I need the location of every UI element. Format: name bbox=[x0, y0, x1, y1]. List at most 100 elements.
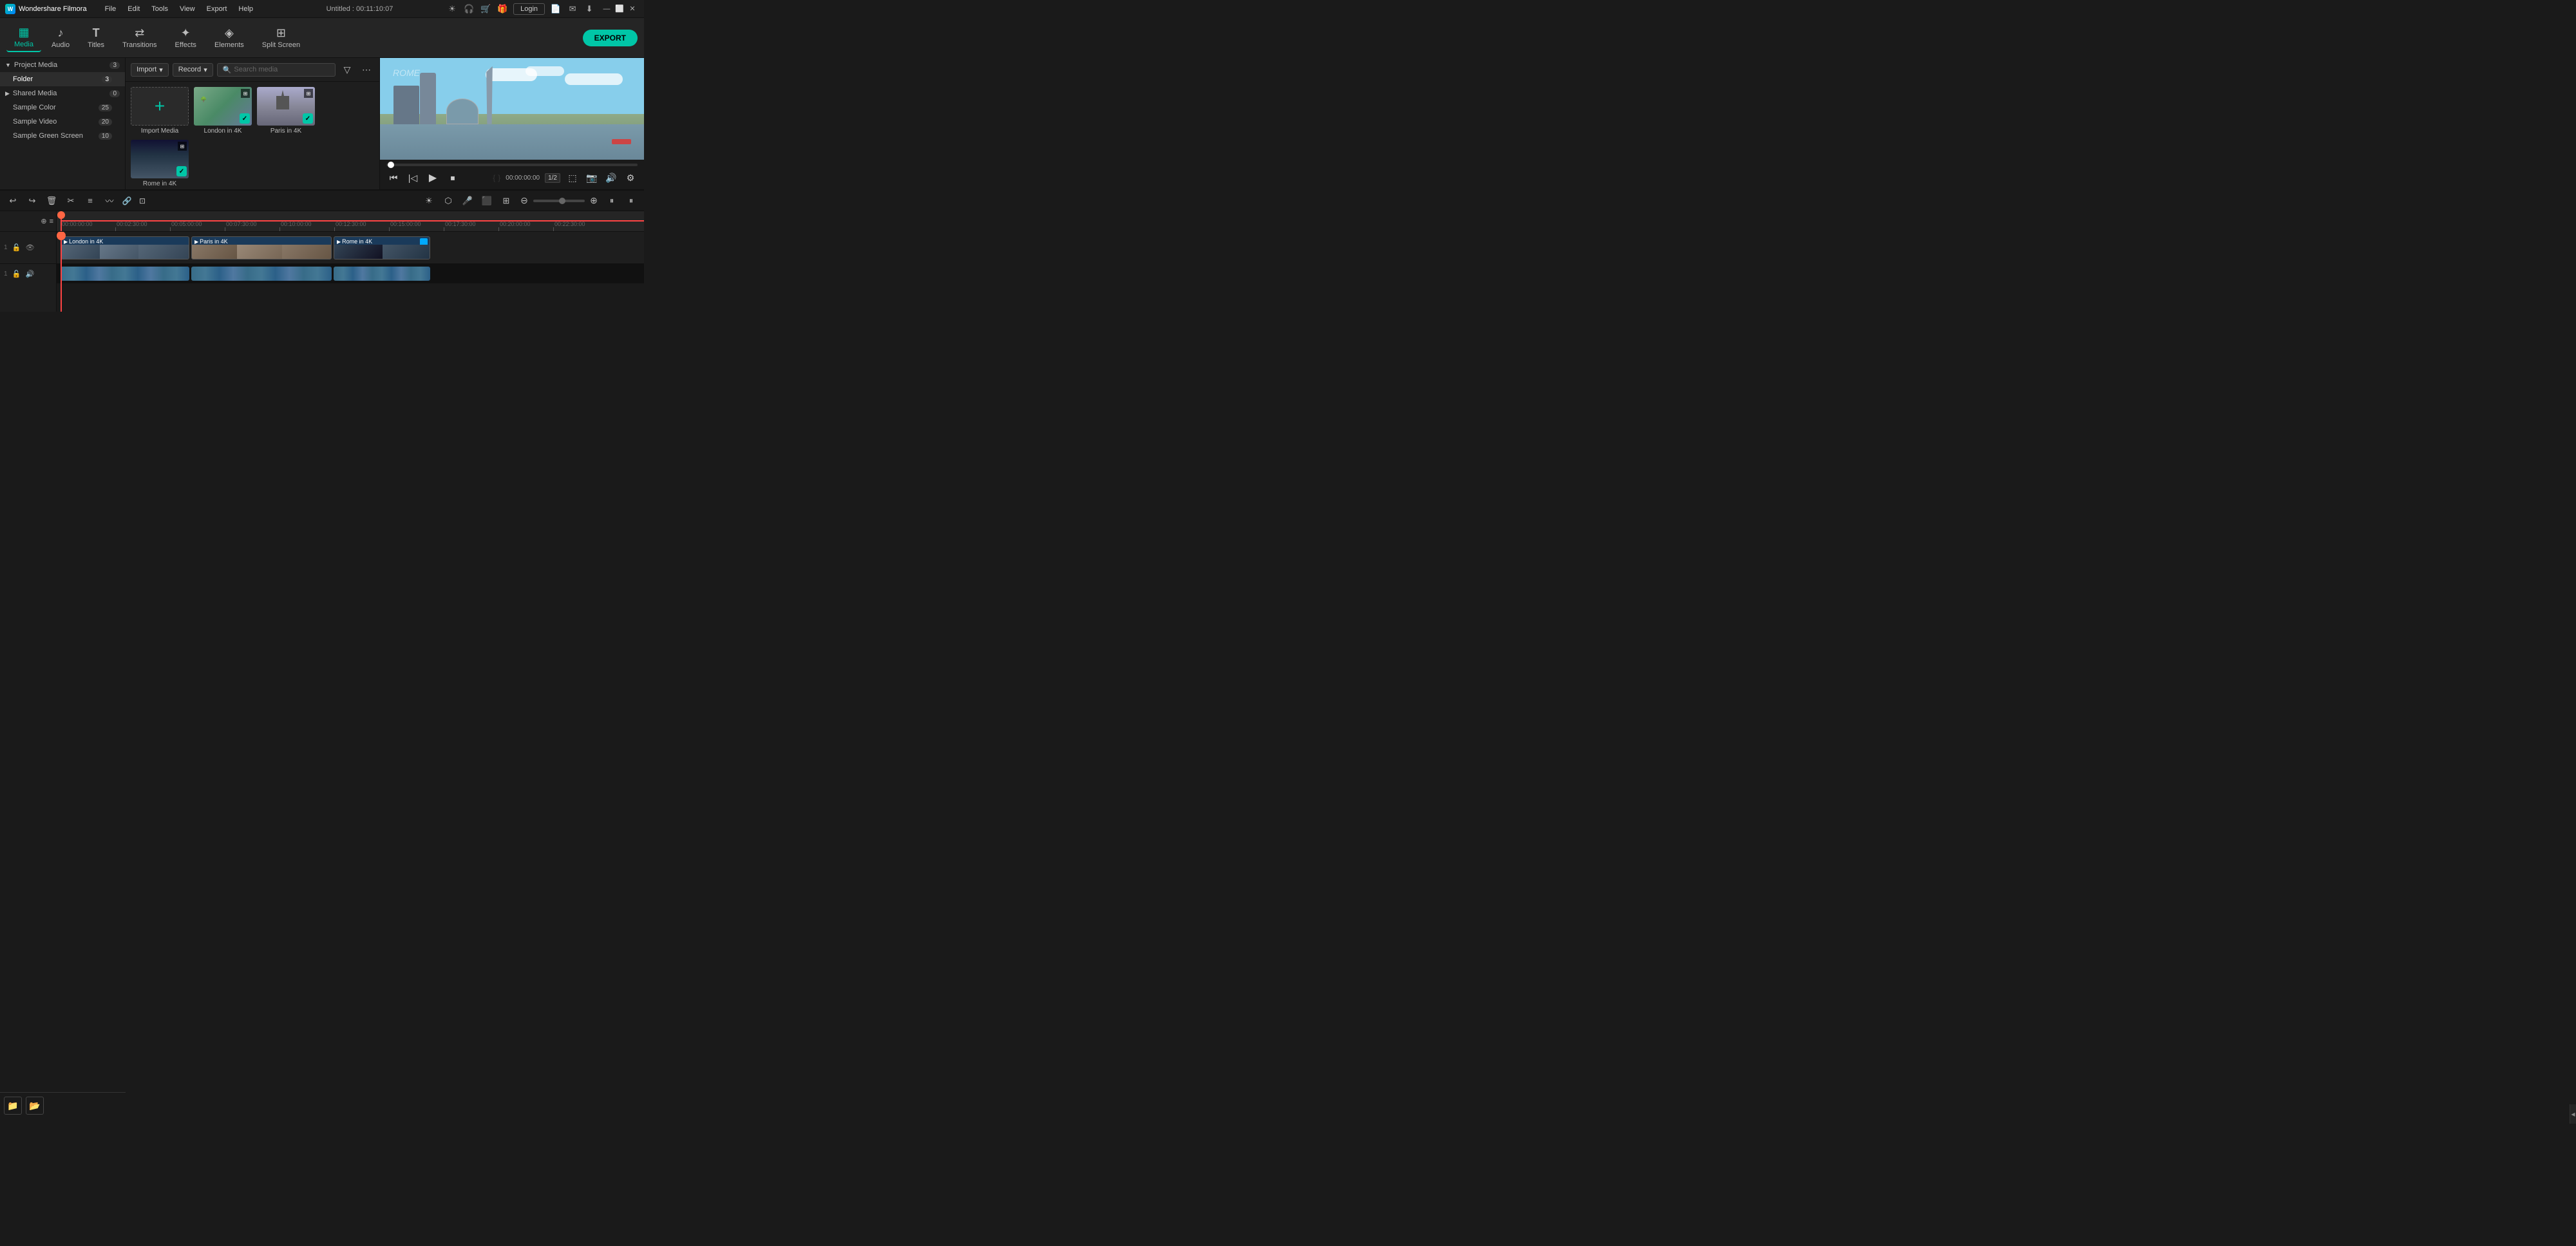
clip-rome[interactable]: ▶ Rome in 4K bbox=[334, 236, 430, 260]
sidebar-item-sample-video[interactable]: Sample Video 20 bbox=[0, 115, 125, 129]
timeline-settings-button[interactable]: ⏸ bbox=[623, 193, 639, 209]
ruler-mark-3: 00:07:30:00 bbox=[225, 221, 279, 231]
sidebar-shared-media[interactable]: ▶ Shared Media 0 bbox=[0, 86, 125, 100]
audio-wave-london bbox=[61, 267, 189, 281]
brightness-icon[interactable]: ☀ bbox=[446, 3, 458, 15]
ripple-button[interactable]: 〰 bbox=[102, 193, 117, 209]
play-button[interactable]: ▶ bbox=[425, 170, 440, 185]
tab-effects[interactable]: ✦ Effects bbox=[167, 24, 204, 52]
media-item-london[interactable]: ⊞ ✓ 🌳 London in 4K bbox=[194, 87, 252, 135]
tab-elements[interactable]: ◈ Elements bbox=[207, 24, 252, 52]
search-input[interactable]: 🔍 Search media bbox=[217, 63, 336, 77]
silence-detect-button[interactable]: ⬛ bbox=[479, 193, 495, 209]
view-options-button[interactable]: ⋯ bbox=[359, 62, 374, 77]
menu-tools[interactable]: Tools bbox=[146, 4, 173, 14]
redo-button[interactable]: ↪ bbox=[24, 193, 40, 209]
rome-label: Rome in 4K bbox=[143, 180, 176, 187]
london-check-icon: ✓ bbox=[240, 113, 250, 124]
filter-button[interactable]: ▽ bbox=[339, 62, 355, 77]
menu-view[interactable]: View bbox=[175, 4, 200, 14]
skip-back-button[interactable]: ⏮ bbox=[386, 171, 401, 185]
zoom-in-button[interactable]: ⊕ bbox=[587, 194, 600, 207]
gift-icon[interactable]: 🎁 bbox=[497, 3, 508, 15]
menu-file[interactable]: File bbox=[100, 4, 122, 14]
ratio-select[interactable]: 1/2 bbox=[545, 173, 560, 183]
export-button[interactable]: EXPORT bbox=[583, 30, 638, 46]
import-dropdown[interactable]: Import ▾ bbox=[131, 63, 169, 77]
record-dropdown[interactable]: Record ▾ bbox=[173, 63, 213, 77]
progress-bar[interactable] bbox=[386, 164, 638, 166]
screenshot-button[interactable]: 📷 bbox=[585, 171, 599, 185]
audio-mute-icon[interactable]: 🔊 bbox=[24, 268, 36, 279]
tab-media[interactable]: ▦ Media bbox=[6, 23, 41, 52]
clip-london[interactable]: ▶ London in 4K bbox=[61, 236, 189, 260]
audio-icon: ♪ bbox=[58, 26, 64, 40]
add-track-left-button[interactable]: ⊕ bbox=[41, 217, 46, 225]
color-grade-button[interactable]: ☀ bbox=[421, 193, 437, 209]
adjust-button[interactable]: ≡ bbox=[82, 193, 98, 209]
frame-back-button[interactable]: ▷| bbox=[406, 171, 420, 185]
sidebar-item-sample-green-screen[interactable]: Sample Green Screen 10 bbox=[0, 129, 125, 143]
pause-button[interactable]: ⏸ bbox=[604, 193, 620, 209]
preview-controls: ⏮ ▷| ▶ ⏹ { } 00:00:00:00 1/2 ⬚ 📷 🔊 ⚙ bbox=[380, 160, 644, 189]
import-media-button[interactable]: + Import Media bbox=[131, 87, 189, 135]
close-button[interactable]: ✕ bbox=[626, 3, 639, 15]
tab-audio[interactable]: ♪ Audio bbox=[44, 24, 77, 52]
track-visibility-icon[interactable]: 👁 bbox=[24, 242, 36, 254]
login-button[interactable]: Login bbox=[513, 3, 545, 15]
maximize-button[interactable]: ⬜ bbox=[613, 3, 626, 15]
menu-export[interactable]: Export bbox=[202, 4, 232, 14]
folder-label: Folder bbox=[13, 75, 33, 83]
record-label: Record bbox=[178, 66, 201, 73]
paris-grid-icon: ⊞ bbox=[304, 89, 313, 98]
minimize-button[interactable]: — bbox=[600, 3, 613, 15]
sidebar-item-folder[interactable]: Folder 3 bbox=[0, 72, 125, 86]
volume-button[interactable]: 🔊 bbox=[604, 171, 618, 185]
clip-london-thumbstrip bbox=[61, 245, 189, 259]
track-lock-icon[interactable]: 🔓 bbox=[11, 242, 23, 254]
cart-icon[interactable]: 🛒 bbox=[480, 3, 491, 15]
headphone-icon[interactable]: 🎧 bbox=[463, 3, 475, 15]
audio-lock-icon[interactable]: 🔓 bbox=[11, 268, 23, 279]
delete-button[interactable]: 🗑 bbox=[44, 193, 59, 209]
menu-help[interactable]: Help bbox=[233, 4, 258, 14]
undo-button[interactable]: ↩ bbox=[5, 193, 21, 209]
ruler-mark-6: 00:15:00:00 bbox=[389, 221, 444, 231]
tab-split-screen[interactable]: ⊞ Split Screen bbox=[254, 24, 308, 52]
subtitle-button[interactable]: ⊞ bbox=[498, 193, 514, 209]
download-icon[interactable]: ⬇ bbox=[583, 3, 595, 15]
snap-button[interactable]: ⊡ bbox=[137, 195, 148, 207]
tab-transitions[interactable]: ⇄ Transitions bbox=[115, 24, 164, 52]
mask-button[interactable]: ⬡ bbox=[440, 193, 456, 209]
audio-track bbox=[57, 264, 644, 283]
ruler-mark-4: 00:10:00:00 bbox=[279, 221, 334, 231]
mail-icon[interactable]: ✉ bbox=[567, 3, 578, 15]
sidebar-item-sample-color[interactable]: Sample Color 25 bbox=[0, 100, 125, 115]
cut-button[interactable]: ✂ bbox=[63, 193, 79, 209]
zoom-out-button[interactable]: ⊖ bbox=[518, 194, 531, 207]
sidebar-project-media[interactable]: ▼ Project Media 3 bbox=[0, 58, 125, 72]
zoom-slider[interactable] bbox=[533, 200, 585, 202]
tab-titles[interactable]: T Titles bbox=[80, 24, 112, 52]
tracks-menu-button[interactable]: ≡ bbox=[50, 218, 53, 225]
clip-paris[interactable]: ▶ Paris in 4K bbox=[191, 236, 332, 260]
thumb-frame bbox=[334, 245, 383, 259]
preview-panel: ROME ⏮ ▷| ▶ ⏹ { } 00:00:00:00 1/2 ⬚ 📷 bbox=[380, 58, 644, 189]
progress-handle[interactable] bbox=[388, 162, 394, 168]
zoom-handle[interactable] bbox=[559, 198, 565, 204]
doc-icon[interactable]: 📄 bbox=[550, 3, 562, 15]
settings-button[interactable]: ⚙ bbox=[623, 171, 638, 185]
clip-rome-label: ▶ Rome in 4K bbox=[337, 238, 372, 245]
voice-over-button[interactable]: 🎤 bbox=[460, 193, 475, 209]
audio-wave-rome bbox=[334, 267, 430, 281]
thumb-frame bbox=[192, 245, 237, 259]
menu-edit[interactable]: Edit bbox=[122, 4, 145, 14]
media-item-paris[interactable]: ⊞ ✓ Paris in 4K bbox=[257, 87, 315, 135]
video-icon: ▶ bbox=[64, 239, 68, 245]
stop-button[interactable]: ⏹ bbox=[446, 171, 460, 185]
media-item-rome[interactable]: ⊞ ✓ Rome in 4K bbox=[131, 140, 189, 187]
tab-elements-label: Elements bbox=[214, 41, 244, 49]
preview-video: ROME bbox=[380, 58, 644, 160]
link-button[interactable]: 🔗 bbox=[121, 195, 133, 207]
fullscreen-button[interactable]: ⬚ bbox=[565, 171, 580, 185]
